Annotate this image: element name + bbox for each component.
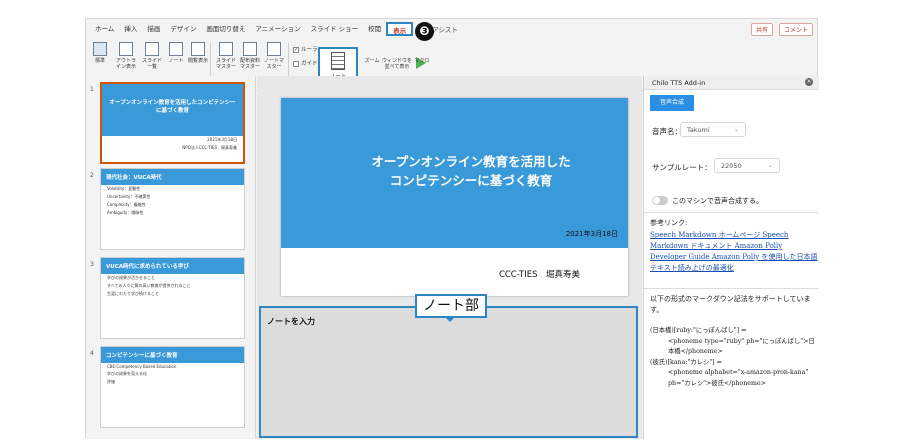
- voice-label: 音声名：: [652, 127, 682, 136]
- markdown-description: 以下の形式のマークダウン記法をサポートしています。: [650, 295, 811, 314]
- checkbox-empty-icon: [293, 60, 299, 67]
- divider: [644, 288, 819, 289]
- slide-editing-area: オープンオンライン教育を活用した コンピテンシーに基づく教育 2021年3月18…: [257, 76, 642, 439]
- close-icon[interactable]: ×: [805, 78, 813, 86]
- notes-page-button[interactable]: ノート: [164, 42, 188, 64]
- notes-pane[interactable]: ノートを入力: [259, 306, 638, 438]
- thumb-number: 4: [90, 350, 94, 357]
- guides-checkbox[interactable]: ガイド: [293, 59, 318, 67]
- reading-view-icon: [191, 42, 205, 56]
- step-3-badge: ❸: [415, 22, 434, 41]
- handout-master-icon: [243, 42, 257, 56]
- addin-title: Chilo TTS Add-in: [652, 79, 706, 87]
- markdown-examples: (日本橋)[ruby:"にっぽんばし"] ⇒ <phoneme type="ru…: [650, 327, 815, 387]
- tab-design[interactable]: デザイン: [165, 22, 201, 36]
- sample-rate-select[interactable]: 22050 ⌄: [714, 158, 780, 173]
- local-synthesis-label: このマシンで音声合成する。: [672, 197, 763, 205]
- outline-view-icon: [119, 42, 133, 56]
- chevron-down-icon: ⌄: [733, 126, 739, 133]
- tab-slideshow[interactable]: スライド ショー: [306, 22, 364, 36]
- reference-links[interactable]: Speech Markdown ホームページ Speech Markdown ド…: [650, 230, 818, 274]
- divider: [644, 212, 819, 213]
- local-synthesis-toggle[interactable]: [652, 196, 668, 205]
- slide-title[interactable]: オープンオンライン教育を活用した コンピテンシーに基づく教育: [321, 152, 621, 190]
- tab-draw[interactable]: 描画: [142, 22, 165, 36]
- tab-review[interactable]: 校閲: [363, 22, 386, 36]
- slide-sorter-icon: [145, 42, 159, 56]
- notes-placeholder: ノートを入力: [267, 317, 315, 326]
- slide-thumbnail-3[interactable]: VUCA時代に求められている学び 学びの成果が活かせること すべての人々に質の高…: [100, 257, 245, 339]
- notes-page-icon: [169, 42, 183, 56]
- ribbon-tab-bar: ホーム 挿入 描画 デザイン 画面切り替え アニメーション スライド ショー 校…: [86, 19, 817, 39]
- notes-callout-label: ノート部: [415, 294, 487, 318]
- addin-header: Chilo TTS Add-in ×: [644, 76, 819, 90]
- check-icon: ✓: [293, 46, 299, 53]
- slide-date[interactable]: 2021年3月18日: [566, 229, 618, 239]
- share-button[interactable]: 共有: [750, 23, 773, 36]
- notes-master-icon: [267, 42, 281, 56]
- thumb-number: 3: [90, 261, 94, 268]
- tab-home[interactable]: ホーム: [90, 22, 119, 36]
- macro-button[interactable]: マクロ: [410, 42, 434, 64]
- zoom-button[interactable]: ズーム: [360, 42, 384, 64]
- normal-view-icon: [93, 42, 107, 56]
- voice-select[interactable]: Takumi ⌄: [680, 122, 746, 137]
- normal-view-button[interactable]: 標準: [88, 42, 112, 64]
- powerpoint-window: ホーム 挿入 描画 デザイン 画面切り替え アニメーション スライド ショー 校…: [85, 18, 819, 439]
- callout-pointer: [444, 316, 456, 322]
- slide-master-icon: [219, 42, 233, 56]
- thumb-number: 2: [90, 172, 94, 179]
- reading-view-button[interactable]: 閲覧表示: [186, 42, 210, 64]
- tab-transitions[interactable]: 画面切り替え: [201, 22, 250, 36]
- slide-thumbnails-pane: 1 オープンオンライン教育を活用したコンピテンシーに基づく教育 2021年3月1…: [86, 76, 256, 439]
- slide-thumbnail-1[interactable]: オープンオンライン教育を活用したコンピテンシーに基づく教育 2021年3月18日…: [100, 82, 245, 164]
- current-slide[interactable]: オープンオンライン教育を活用した コンピテンシーに基づく教育 2021年3月18…: [281, 98, 628, 296]
- thumb-number: 1: [90, 86, 94, 93]
- tab-animations[interactable]: アニメーション: [250, 22, 305, 36]
- slide-thumbnail-2[interactable]: 現代社会：VUCA時代 Volatility：変動性 Uncertainty：不…: [100, 168, 245, 250]
- slide-presenter[interactable]: CCC-TIES 堀真寿美: [499, 268, 580, 280]
- chevron-down-icon: ⌄: [767, 162, 773, 169]
- tab-insert[interactable]: 挿入: [119, 22, 142, 36]
- sample-rate-label: サンプルレート：: [652, 163, 712, 172]
- handout-master-button[interactable]: 配布資料マスター: [238, 42, 262, 70]
- slide-thumbnail-4[interactable]: コンピテンシーに基づく教育 CBE:Competency Based Educa…: [100, 346, 245, 428]
- tab-view[interactable]: 表示: [386, 22, 414, 36]
- slide-master-button[interactable]: スライドマスター: [214, 42, 238, 70]
- synthesize-button[interactable]: 音声合成: [650, 95, 694, 111]
- slide-sorter-button[interactable]: スライド一覧: [140, 42, 164, 70]
- reference-links-label: 参考リンク:: [650, 219, 688, 227]
- notes-master-button[interactable]: ノートマスター: [262, 42, 286, 70]
- share-area: 共有 コメント: [750, 23, 813, 36]
- new-window-button[interactable]: ウィンドウを並べて表示: [382, 42, 412, 70]
- app: ホーム 挿入 描画 デザイン 画面切り替え アニメーション スライド ショー 校…: [0, 0, 898, 444]
- notes-icon: [331, 52, 345, 70]
- comment-button[interactable]: コメント: [778, 23, 813, 36]
- tts-addin-pane: Chilo TTS Add-in × 音声合成 音声名： Takumi ⌄ サン…: [643, 76, 819, 439]
- outline-view-button[interactable]: アウトライン表示: [114, 42, 138, 70]
